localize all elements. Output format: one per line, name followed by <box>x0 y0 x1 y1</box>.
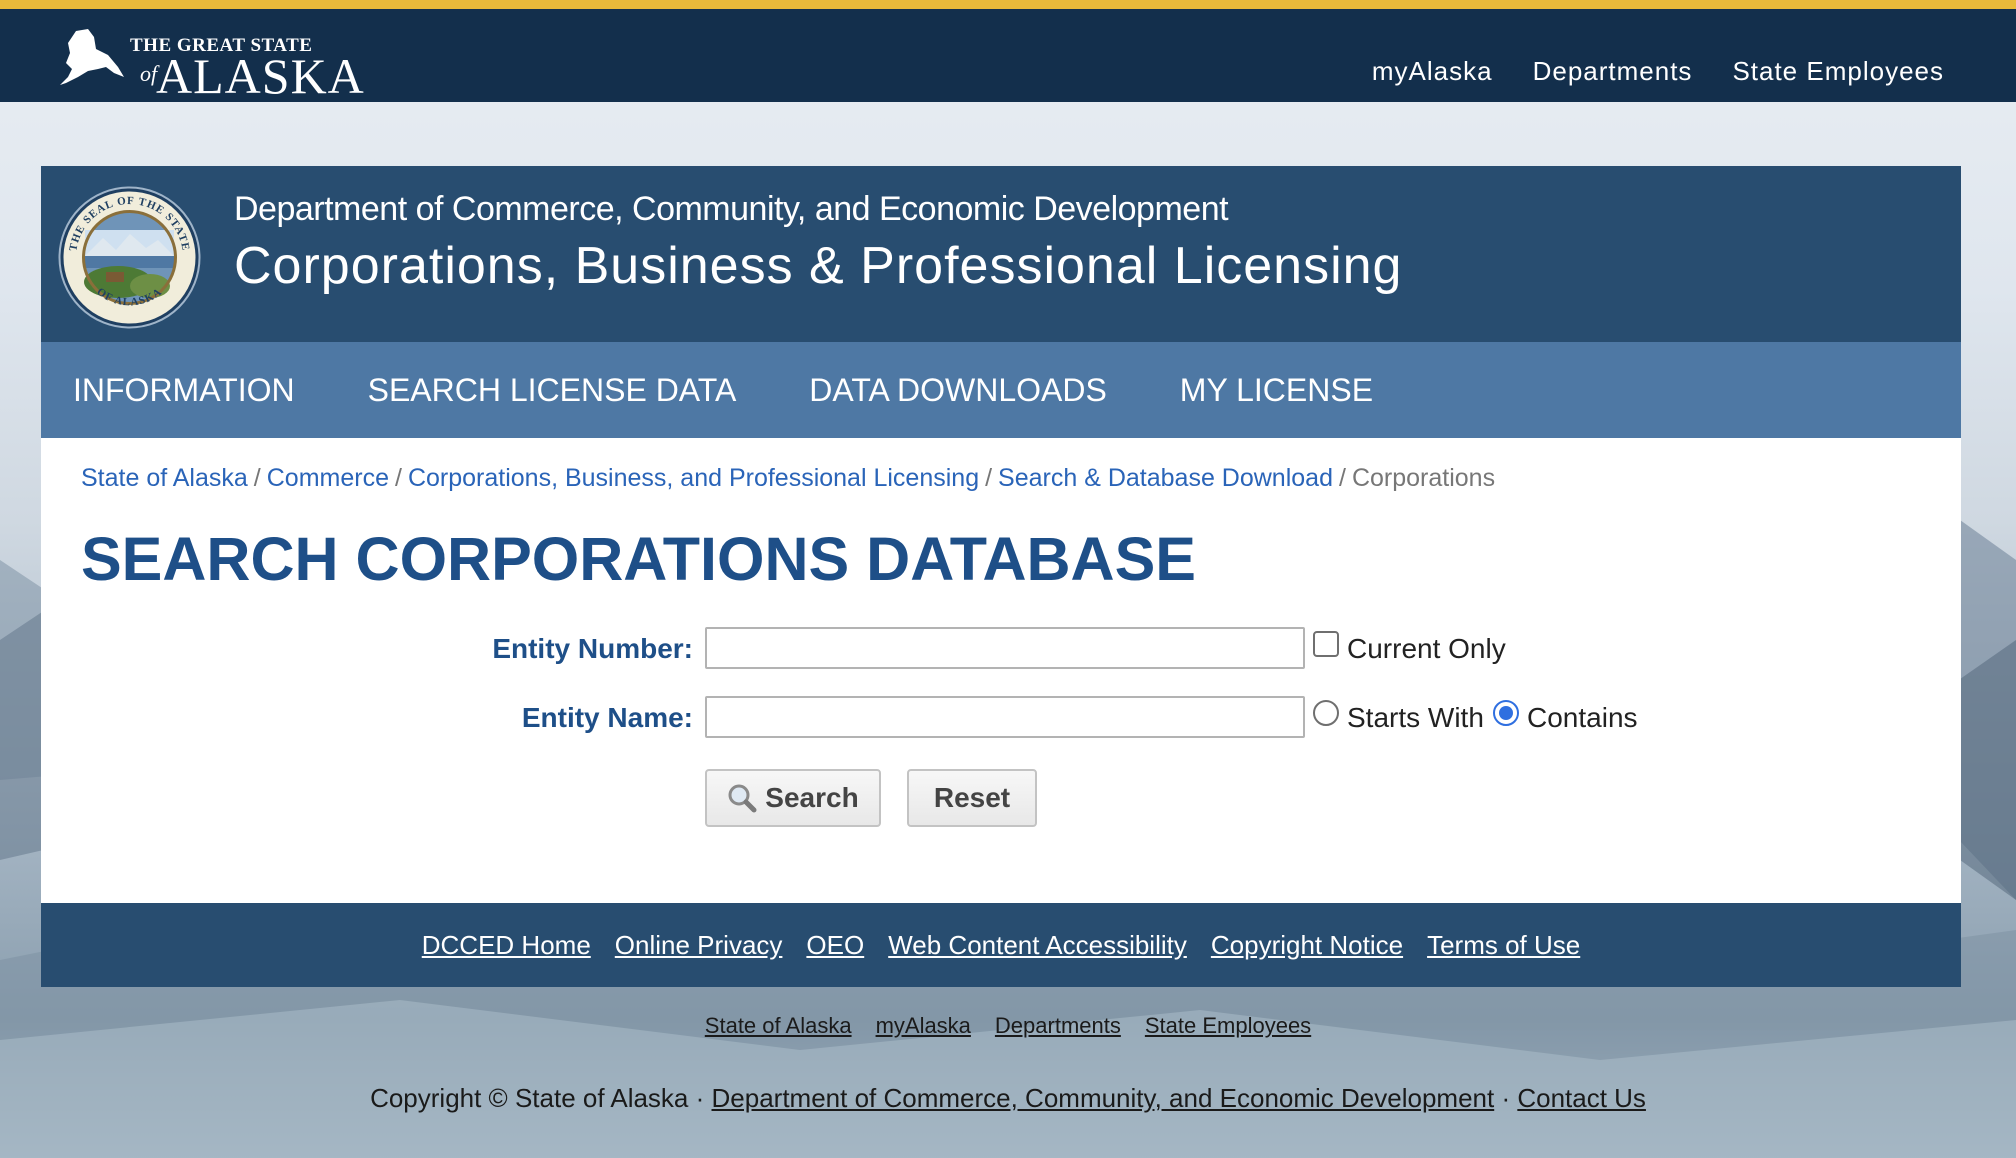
contains-label: Contains <box>1527 702 1638 733</box>
entity-name-label: Entity Name: <box>521 702 693 733</box>
department-header: THE SEAL OF THE STATE OF ALASKA Departme… <box>41 166 1961 342</box>
sub-link-state-employees[interactable]: State Employees <box>1145 1013 1311 1039</box>
sub-link-departments[interactable]: Departments <box>995 1013 1121 1039</box>
footer-link-terms-of-use[interactable]: Terms of Use <box>1427 930 1580 961</box>
top-nav-myalaska[interactable]: myAlaska <box>1372 56 1493 87</box>
breadcrumb-current: Corporations <box>1351 464 1496 492</box>
starts-with-radio[interactable] <box>1313 700 1339 726</box>
breadcrumb-state-of-alaska[interactable]: State of Alaska <box>81 464 248 492</box>
top-nav: myAlaska Departments State Employees <box>1372 56 1944 87</box>
form-buttons-row: Search Reset <box>41 769 1961 829</box>
logo-of: of <box>140 61 158 86</box>
reset-button[interactable]: Reset <box>907 769 1037 827</box>
page-title: SEARCH CORPORATIONS DATABASE <box>81 525 1196 593</box>
contains-radio[interactable] <box>1493 700 1519 726</box>
top-nav-departments[interactable]: Departments <box>1533 56 1693 87</box>
copyright-dept-link[interactable]: Department of Commerce, Community, and E… <box>712 1083 1495 1113</box>
top-nav-state-employees[interactable]: State Employees <box>1732 56 1944 87</box>
sub-link-myalaska[interactable]: myAlaska <box>876 1013 971 1039</box>
footer-links-bar: DCCED Home Online Privacy OEO Web Conten… <box>41 903 1961 987</box>
alaska-map-icon <box>60 29 124 85</box>
main-nav: INFORMATION SEARCH LICENSE DATA DATA DOW… <box>41 342 1961 438</box>
entity-number-row: Entity Number: Current Only <box>41 627 1961 671</box>
breadcrumb-cbpl[interactable]: Corporations, Business, and Professional… <box>408 464 979 492</box>
content-area: State of Alaska / Commerce / Corporations, B… <box>41 438 1961 903</box>
breadcrumb: State of Alaska / Commerce / Corporations, B… <box>81 464 1495 493</box>
contact-us-link[interactable]: Contact Us <box>1517 1083 1646 1113</box>
alaska-logo[interactable]: THE GREAT STATE of ALASKA <box>58 19 364 104</box>
gold-accent-line <box>0 0 2016 9</box>
main-nav-information[interactable]: INFORMATION <box>73 372 295 409</box>
search-button-label: Search <box>765 782 859 813</box>
reset-button-label: Reset <box>933 782 1011 813</box>
logo-wordmark: ALASKA <box>156 48 365 104</box>
state-footer-links: State of Alaska myAlaska Departments Sta… <box>0 1013 2016 1039</box>
entity-number-input[interactable] <box>705 627 1305 669</box>
breadcrumb-search-download[interactable]: Search & Database Download <box>998 464 1333 492</box>
entity-name-input[interactable] <box>705 696 1305 738</box>
breadcrumb-commerce[interactable]: Commerce <box>267 464 389 492</box>
footer-link-accessibility[interactable]: Web Content Accessibility <box>888 930 1187 961</box>
footer-link-online-privacy[interactable]: Online Privacy <box>615 930 783 961</box>
department-name: Department of Commerce, Community, and E… <box>234 190 1229 228</box>
footer-link-copyright-notice[interactable]: Copyright Notice <box>1211 930 1403 961</box>
entity-number-label: Entity Number: <box>492 633 693 664</box>
copyright-separator: · <box>1494 1083 1518 1113</box>
sub-link-state-of-alaska[interactable]: State of Alaska <box>705 1013 852 1039</box>
breadcrumb-separator: / <box>253 464 261 492</box>
state-top-bar: THE GREAT STATE of ALASKA myAlaska Depar… <box>0 9 2016 104</box>
breadcrumb-separator: / <box>985 464 993 492</box>
main-card: THE SEAL OF THE STATE OF ALASKA Departme… <box>41 166 1961 987</box>
footer-link-dcced-home[interactable]: DCCED Home <box>422 930 591 961</box>
breadcrumb-separator: / <box>394 464 402 492</box>
footer-link-oeo[interactable]: OEO <box>806 930 864 961</box>
division-name: Corporations, Business & Professional Li… <box>234 237 1403 295</box>
main-nav-data-downloads[interactable]: DATA DOWNLOADS <box>809 372 1107 409</box>
copyright: Copyright © State of Alaska · Department… <box>0 1083 2016 1114</box>
breadcrumb-separator: / <box>1338 464 1346 492</box>
entity-name-row: Entity Name: Starts With Contains <box>41 696 1961 740</box>
current-only-checkbox[interactable] <box>1313 631 1339 657</box>
state-seal-icon[interactable]: THE SEAL OF THE STATE OF ALASKA <box>58 186 201 329</box>
search-button[interactable]: Search <box>705 769 881 827</box>
magnifier-icon <box>728 784 757 813</box>
starts-with-label: Starts With <box>1347 702 1484 733</box>
copyright-prefix: Copyright © State of Alaska · <box>370 1083 712 1113</box>
main-nav-search-license-data[interactable]: SEARCH LICENSE DATA <box>368 372 737 409</box>
main-nav-my-license[interactable]: MY LICENSE <box>1180 372 1373 409</box>
current-only-label: Current Only <box>1347 633 1506 664</box>
